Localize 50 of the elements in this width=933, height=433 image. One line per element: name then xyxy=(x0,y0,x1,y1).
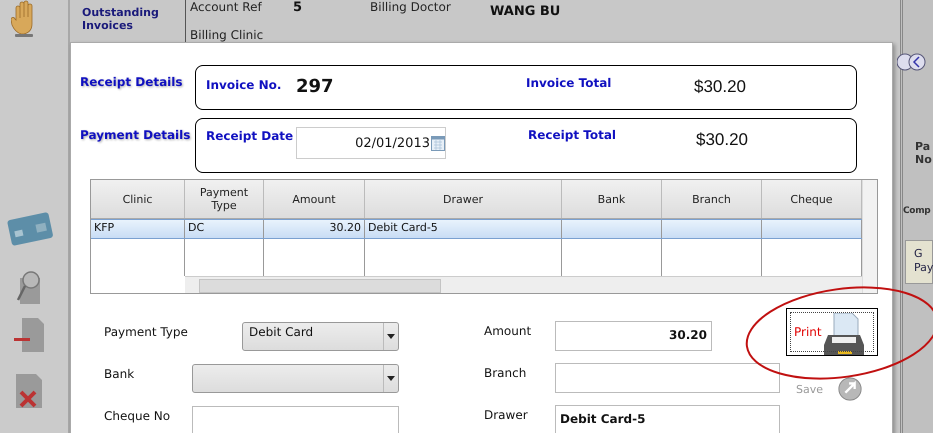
date-field[interactable]: 02/01/2013 xyxy=(296,127,446,159)
field-value: WANG BU xyxy=(490,3,560,21)
field-label: Account Ref xyxy=(190,0,263,16)
printer-icon xyxy=(824,313,864,357)
field-value: 5 xyxy=(293,0,304,17)
section-heading: Receipt Details xyxy=(79,74,184,89)
column-header[interactable]: Bank xyxy=(562,180,662,218)
field-label: Billing Doctor xyxy=(370,0,452,16)
horizontal-scrollbar[interactable] xyxy=(185,276,862,293)
total-value: $30.20 xyxy=(696,129,748,150)
vertical-scrollbar[interactable] xyxy=(862,180,877,293)
tab[interactable]: G Pay xyxy=(905,240,933,284)
field-label: Drawer xyxy=(484,407,529,422)
input-field[interactable]: 30.20 xyxy=(555,321,712,351)
dropdown[interactable]: Debit Card xyxy=(242,322,399,351)
input-field[interactable]: Debit Card-5 xyxy=(555,405,780,433)
document-minus-icon[interactable] xyxy=(14,318,44,352)
total-value: $30.20 xyxy=(694,76,746,97)
invoice-number: 297 xyxy=(296,75,335,97)
field-label: Invoice Total xyxy=(526,75,612,90)
field-label: Bank xyxy=(104,366,136,381)
calendar-icon[interactable] xyxy=(431,135,445,151)
column-header[interactable]: Drawer xyxy=(365,180,562,218)
column-header[interactable]: Payment Type xyxy=(185,180,264,218)
input-field[interactable] xyxy=(555,363,780,393)
document-delete-icon[interactable] xyxy=(16,374,42,408)
field-label: Billing Clinic xyxy=(190,28,264,44)
field-label: Pa xyxy=(914,140,932,153)
field-label: No xyxy=(914,153,933,166)
section-heading: Payment Details xyxy=(79,127,192,142)
double-arrow-icon[interactable] xyxy=(897,52,927,72)
field-label: Comp xyxy=(903,206,932,216)
table-row[interactable]: KFP DC 30.20 Debit Card-5 xyxy=(91,219,862,239)
dropdown-arrow-icon[interactable] xyxy=(387,376,395,381)
field-label: Amount xyxy=(484,323,532,338)
field-label: Cheque No xyxy=(104,408,172,423)
field-label: Invoice No. xyxy=(205,77,282,92)
dropdown-arrow-icon[interactable] xyxy=(387,334,395,339)
save-label: Save xyxy=(796,382,824,396)
field-label: Payment Type xyxy=(104,324,189,339)
field-label: Branch xyxy=(484,365,528,380)
field-label: Receipt Total xyxy=(528,127,618,142)
field-label: Receipt Date xyxy=(205,128,294,143)
magnifier-icon[interactable] xyxy=(16,270,42,306)
column-header[interactable]: Clinic xyxy=(91,180,185,218)
column-header[interactable]: Branch xyxy=(662,180,762,218)
column-header[interactable]: Amount xyxy=(264,180,365,218)
save-icon[interactable] xyxy=(837,376,864,402)
input-field[interactable] xyxy=(192,406,399,433)
print-button[interactable]: Print xyxy=(786,308,878,356)
